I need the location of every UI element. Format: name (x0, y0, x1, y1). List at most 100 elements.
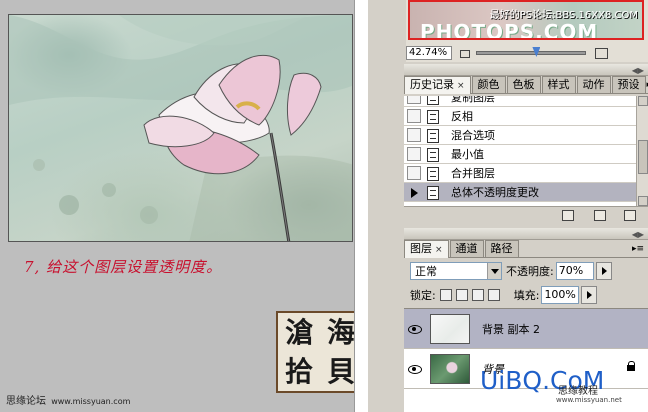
opacity-label: 不透明度: (506, 265, 554, 278)
tab-label: 样式 (547, 78, 570, 91)
scroll-thumb[interactable] (638, 140, 648, 174)
history-snapshot-toggle[interactable] (407, 166, 421, 180)
zoom-in-icon[interactable] (594, 47, 608, 59)
blend-mode-select[interactable]: 正常 (410, 262, 502, 280)
history-panel: ◀▶ 历史记录× 颜色 色板 样式 动作 预设 ▸≡ 复制图层 (404, 64, 648, 224)
zoom-input[interactable]: 42.74% (406, 46, 452, 60)
tab-swatches[interactable]: 色板 (506, 76, 541, 93)
history-item[interactable]: 最小值 (404, 145, 636, 164)
navigator-preview[interactable]: 最好的PS论坛:BBS.16XX8.COM PHOTOPS.COM (408, 0, 644, 40)
lock-brush-icon[interactable] (455, 289, 468, 301)
history-state-icon (425, 96, 443, 105)
history-state-icon (425, 147, 443, 162)
new-document-from-state-icon[interactable] (562, 210, 574, 221)
blend-row: 正常 不透明度: 70% (404, 260, 648, 282)
lock-all-icon[interactable] (487, 289, 500, 301)
layer-name: 背景 副本 2 (482, 322, 540, 336)
seal-char: 拾 (284, 354, 313, 388)
history-item-label: 合并图层 (451, 167, 495, 180)
history-item-label: 复制图层 (451, 96, 495, 104)
history-scrollbar[interactable] (636, 96, 648, 206)
history-item-label: 最小值 (451, 148, 484, 161)
lotus-illustration (9, 15, 352, 241)
footer-credit: 思缘论坛 www.missyuan.com (6, 392, 130, 407)
lotus-artwork (8, 14, 353, 242)
eye-icon[interactable] (406, 319, 426, 339)
history-state-icon (425, 128, 443, 143)
close-icon[interactable]: × (457, 81, 465, 91)
screenshot-root: 7, 给这个图层设置透明度。 滄 海 拾 貝 思缘论坛 www.missyuan… (0, 0, 648, 412)
tab-label: 路径 (490, 242, 513, 255)
layers-panel-titlebar[interactable]: ◀▶ (404, 228, 648, 240)
history-item-label: 混合选项 (451, 129, 495, 142)
tab-color[interactable]: 颜色 (471, 76, 506, 93)
history-item-label: 总体不透明度更改 (451, 186, 539, 199)
zoom-out-icon[interactable] (458, 48, 470, 58)
navigator-watermark-logo: PHOTOPS.COM (420, 20, 599, 40)
history-state-icon (425, 109, 443, 124)
tab-label: 动作 (582, 78, 605, 91)
tab-layers[interactable]: 图层 × (404, 240, 449, 258)
tab-styles[interactable]: 样式 (541, 76, 576, 93)
fill-input[interactable]: 100% (541, 286, 580, 304)
opacity-slider-toggle-icon[interactable] (595, 262, 612, 280)
frame-divider (354, 0, 368, 412)
fill-slider-toggle-icon[interactable] (581, 286, 598, 304)
history-item-current[interactable]: 总体不透明度更改 (404, 183, 636, 202)
history-list: 复制图层 反相 混合选项 最小值 合并图层 总体不透明度更改 (404, 96, 636, 206)
history-snapshot-toggle[interactable] (407, 147, 421, 161)
tab-label: 历史记录 (410, 78, 454, 91)
tab-label: 图层 (410, 242, 432, 255)
panel-menu-icon[interactable]: ▸≡ (632, 241, 644, 257)
history-item[interactable]: 复制图层 (404, 96, 636, 107)
layer-row-background-copy-2[interactable]: 背景 副本 2 (404, 309, 648, 349)
snapshot-camera-icon[interactable] (594, 210, 606, 221)
tab-actions[interactable]: 动作 (576, 76, 611, 93)
zoom-row: 42.74% (406, 44, 648, 62)
tab-label: 预设 (617, 78, 640, 91)
scroll-up-icon[interactable] (638, 96, 648, 106)
site-watermark-sub: 思缘教程 (558, 386, 598, 397)
tab-presets[interactable]: 预设 (611, 76, 646, 93)
history-item[interactable]: 合并图层 (404, 164, 636, 183)
opacity-input[interactable]: 70% (555, 262, 594, 280)
panel-grip-icon[interactable]: ◀▶ (632, 66, 644, 75)
lock-transparency-icon[interactable] (439, 289, 452, 301)
tab-history[interactable]: 历史记录 × (404, 76, 471, 94)
history-panel-titlebar[interactable]: ◀▶ (404, 64, 648, 76)
lock-label: 锁定: (410, 289, 436, 302)
zoom-slider[interactable] (476, 47, 586, 57)
navigator-panel: 最好的PS论坛:BBS.16XX8.COM PHOTOPS.COM 42.74% (406, 0, 648, 62)
eye-icon[interactable] (406, 359, 426, 379)
tab-label: 通道 (455, 242, 478, 255)
history-snapshot-toggle[interactable] (407, 128, 421, 142)
seal-char: 滄 (284, 315, 313, 349)
history-state-icon (425, 185, 443, 200)
zoom-slider-thumb[interactable] (532, 47, 541, 57)
tab-label: 色板 (512, 78, 535, 91)
history-snapshot-toggle[interactable] (407, 109, 421, 123)
tab-paths[interactable]: 路径 (484, 240, 519, 257)
history-footer (404, 206, 648, 224)
history-item[interactable]: 混合选项 (404, 126, 636, 145)
lock-move-icon[interactable] (471, 289, 484, 301)
tab-label: 颜色 (477, 78, 500, 91)
blend-mode-value: 正常 (415, 265, 437, 278)
tutorial-panel: 7, 给这个图层设置透明度。 滄 海 拾 貝 思缘论坛 www.missyuan… (0, 0, 368, 412)
panel-grip-icon[interactable]: ◀▶ (632, 230, 644, 239)
close-icon[interactable]: × (435, 245, 443, 255)
seal-stamp: 滄 海 拾 貝 (276, 311, 364, 393)
lock-icon (627, 361, 636, 372)
history-item[interactable]: 反相 (404, 107, 636, 126)
photoshop-panels: 最好的PS论坛:BBS.16XX8.COM PHOTOPS.COM 42.74%… (368, 0, 648, 412)
chevron-down-icon[interactable] (487, 263, 501, 279)
scroll-down-icon[interactable] (638, 196, 648, 206)
history-state-icon (425, 166, 443, 181)
lock-row: 锁定: 填充: 100% (404, 284, 648, 306)
history-snapshot-toggle[interactable] (407, 96, 421, 104)
tab-channels[interactable]: 通道 (449, 240, 484, 257)
layer-thumbnail (430, 353, 470, 384)
trash-icon[interactable] (624, 210, 636, 221)
layers-tab-row: 图层 × 通道 路径 ▸≡ (404, 240, 648, 258)
history-item-label: 反相 (451, 110, 473, 123)
